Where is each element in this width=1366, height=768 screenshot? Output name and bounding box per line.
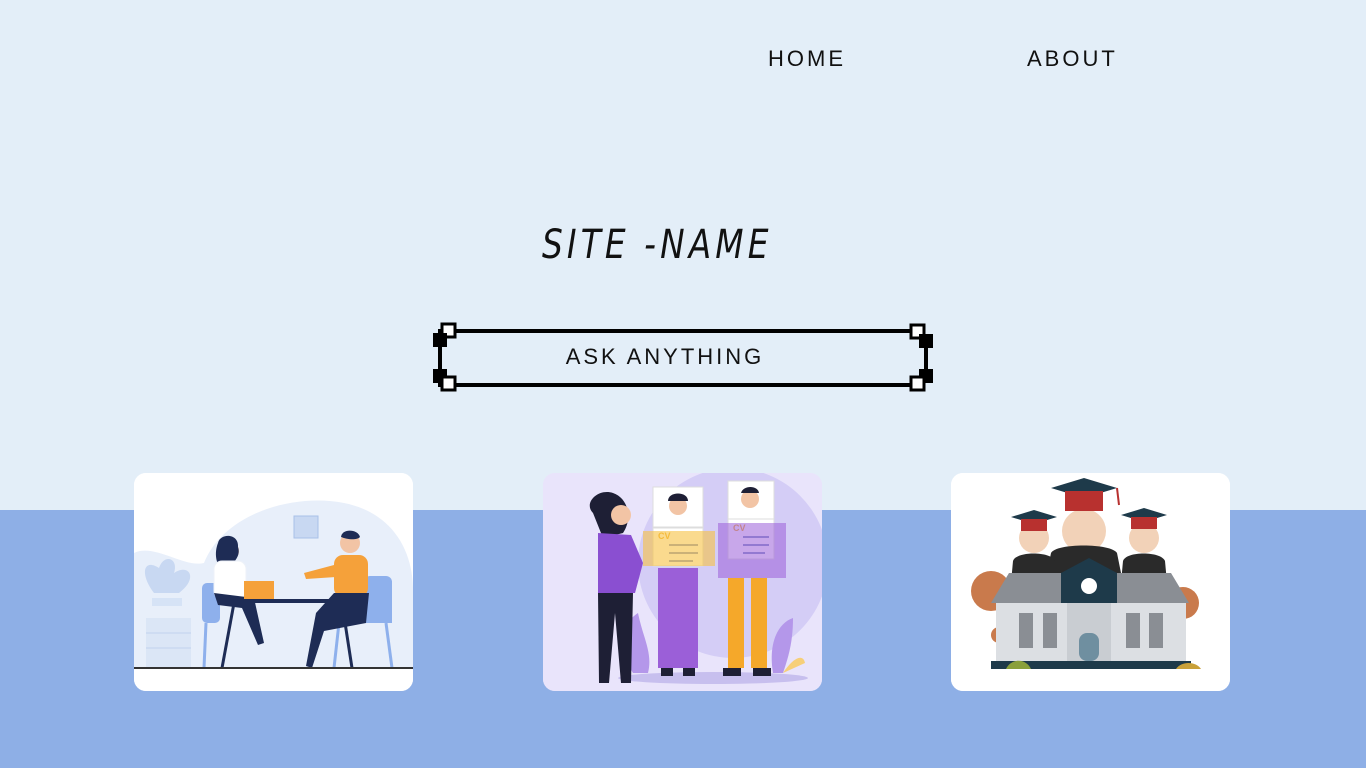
ask-anything-label: ASK ANYTHING xyxy=(565,344,765,369)
cv-illustration-icon: CV CV xyxy=(543,473,822,691)
site-title: SITE -NAME xyxy=(542,222,773,268)
nav-home-link[interactable]: HOME xyxy=(768,46,846,72)
graduation-card[interactable] xyxy=(951,473,1230,691)
meeting-illustration-icon xyxy=(134,473,413,691)
meeting-card[interactable] xyxy=(134,473,413,691)
cv-card[interactable]: CV CV xyxy=(543,473,822,691)
ask-anything-button[interactable]: ASK ANYTHING xyxy=(430,322,936,392)
graduation-illustration-icon xyxy=(951,473,1230,691)
nav-about-link[interactable]: ABOUT xyxy=(1027,46,1118,72)
